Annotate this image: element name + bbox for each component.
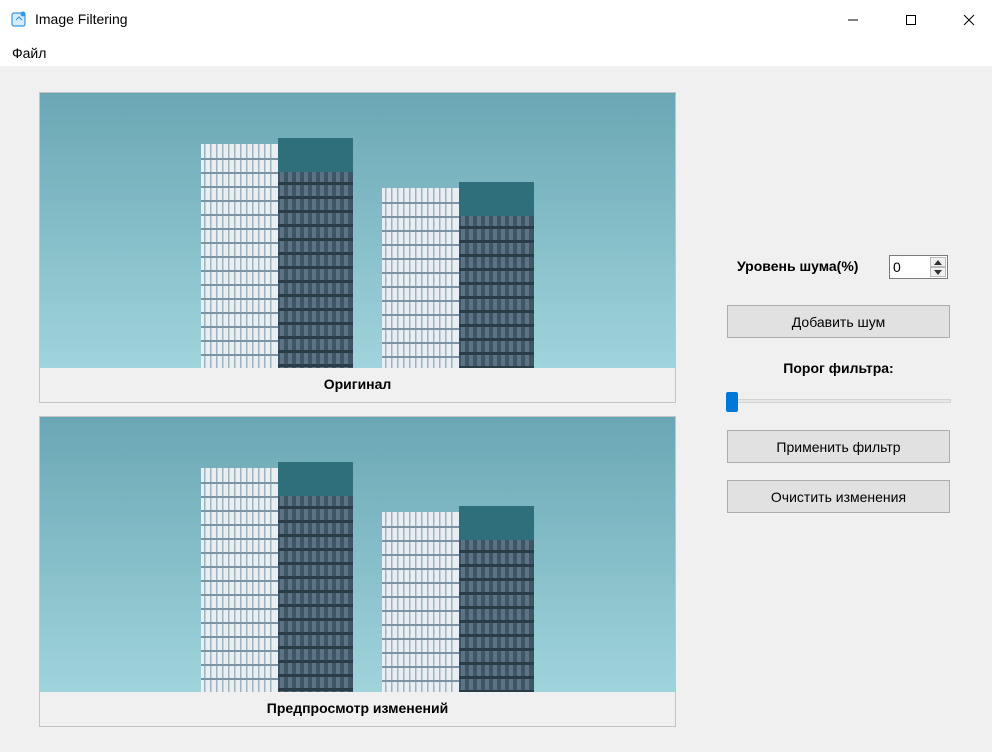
noise-level-label: Уровень шума(%) — [737, 258, 859, 274]
minimize-button[interactable] — [830, 0, 876, 40]
filter-threshold-label: Порог фильтра: — [783, 360, 894, 376]
close-button[interactable] — [946, 0, 992, 40]
filter-threshold-slider-handle[interactable] — [726, 392, 738, 412]
app-image-icon — [11, 11, 27, 27]
maximize-button[interactable] — [888, 0, 934, 40]
spin-up-button[interactable] — [930, 257, 946, 267]
menu-bar: Файл — [0, 40, 992, 66]
original-image — [40, 93, 675, 368]
close-icon — [963, 14, 975, 26]
filter-threshold-slider[interactable] — [727, 399, 951, 403]
arrow-down-icon — [934, 269, 942, 275]
add-noise-button[interactable]: Добавить шум — [727, 305, 950, 338]
spin-down-button[interactable] — [930, 267, 946, 277]
menu-file[interactable]: Файл — [6, 43, 52, 63]
preview-image-panel: Предпросмотр изменений — [39, 416, 676, 727]
title-bar: Image Filtering — [0, 0, 992, 40]
preview-image — [40, 417, 675, 692]
arrow-up-icon — [934, 259, 942, 265]
preview-caption: Предпросмотр изменений — [266, 700, 449, 716]
apply-filter-button[interactable]: Применить фильтр — [727, 430, 950, 463]
noise-level-spinbox[interactable]: 0 — [889, 255, 948, 279]
window-title: Image Filtering — [35, 11, 128, 27]
clear-changes-button[interactable]: Очистить изменения — [727, 480, 950, 513]
maximize-icon — [906, 15, 916, 25]
original-caption: Оригинал — [323, 376, 392, 392]
minimize-icon — [848, 19, 858, 21]
original-image-panel: Оригинал — [39, 92, 676, 403]
noise-level-value[interactable]: 0 — [893, 259, 901, 275]
